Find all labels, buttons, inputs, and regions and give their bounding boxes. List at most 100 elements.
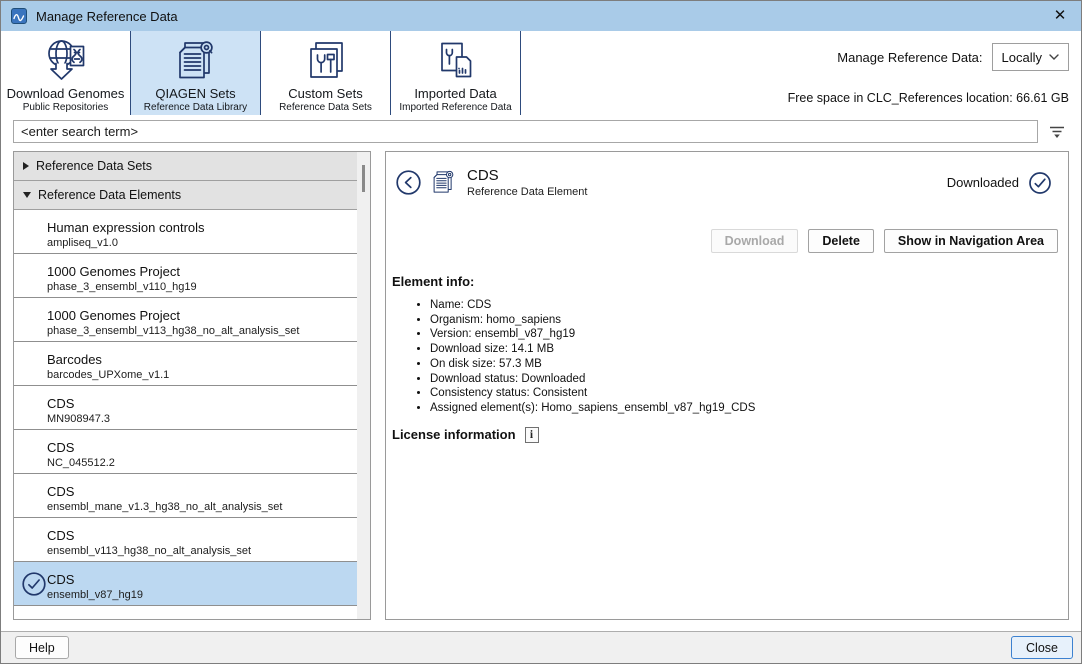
reference-list: Reference Data Sets Reference Data Eleme… bbox=[14, 152, 357, 606]
list-item-title: CDS bbox=[47, 440, 351, 455]
info-bullet: Organism: homo_sapiens bbox=[430, 313, 1068, 328]
tab-sublabel: Reference Data Library bbox=[144, 102, 247, 113]
list-item-title: Barcodes bbox=[47, 352, 351, 367]
manage-reference-data-dialog: Manage Reference Data ✕ Download Genomes… bbox=[0, 0, 1082, 664]
tab-label: Imported Data bbox=[414, 86, 496, 101]
tab-download-genomes[interactable]: Download Genomes Public Repositories bbox=[1, 31, 131, 115]
detail-title: CDS bbox=[467, 167, 587, 184]
license-heading: License information bbox=[392, 427, 516, 442]
status-label: Downloaded bbox=[947, 175, 1019, 190]
app-icon bbox=[11, 8, 27, 24]
list-item[interactable]: 1000 Genomes Project phase_3_ensembl_v11… bbox=[14, 298, 357, 342]
show-in-navigation-area-button[interactable]: Show in Navigation Area bbox=[884, 229, 1058, 253]
delete-button[interactable]: Delete bbox=[808, 229, 874, 253]
detail-subtitle: Reference Data Element bbox=[467, 186, 587, 198]
manage-location-dropdown[interactable]: Locally bbox=[992, 43, 1069, 71]
back-button[interactable] bbox=[395, 169, 422, 196]
section-label: Reference Data Elements bbox=[38, 188, 181, 202]
list-item-title: 1000 Genomes Project bbox=[47, 308, 351, 323]
info-bullet: Version: ensembl_v87_hg19 bbox=[430, 327, 1068, 342]
section-reference-data-elements[interactable]: Reference Data Elements bbox=[14, 181, 357, 210]
list-item-title: CDS bbox=[47, 572, 351, 587]
main-area: Reference Data Sets Reference Data Eleme… bbox=[13, 151, 1069, 620]
tab-label: QIAGEN Sets bbox=[155, 86, 235, 101]
left-panel: Reference Data Sets Reference Data Eleme… bbox=[13, 151, 371, 620]
dropdown-value: Locally bbox=[1002, 50, 1042, 65]
tab-label: Custom Sets bbox=[288, 86, 362, 101]
downloaded-check-icon bbox=[21, 571, 47, 597]
list-item-subtitle: phase_3_ensembl_v113_hg38_no_alt_analysi… bbox=[47, 325, 351, 337]
titlebar: Manage Reference Data ✕ bbox=[1, 1, 1081, 31]
download-genomes-icon bbox=[43, 37, 89, 85]
manage-reference-data-label: Manage Reference Data: bbox=[837, 50, 982, 65]
search-input[interactable] bbox=[13, 120, 1038, 143]
info-icon[interactable]: i bbox=[525, 427, 539, 443]
collapse-triangle-icon bbox=[23, 162, 29, 170]
list-item-subtitle: phase_3_ensembl_v110_hg19 bbox=[47, 281, 351, 293]
section-label: Reference Data Sets bbox=[36, 159, 152, 173]
info-bullet: On disk size: 57.3 MB bbox=[430, 357, 1068, 372]
element-info-list: Name: CDSOrganism: homo_sapiensVersion: … bbox=[386, 298, 1068, 416]
close-icon[interactable]: ✕ bbox=[1049, 5, 1071, 27]
list-item[interactable]: Barcodes barcodes_UPXome_v1.1 bbox=[14, 342, 357, 386]
list-item[interactable]: 1000 Genomes Project phase_3_ensembl_v11… bbox=[14, 254, 357, 298]
free-space-text: Free space in CLC_References location: 6… bbox=[788, 91, 1069, 107]
downloaded-check-icon bbox=[1028, 171, 1052, 195]
list-item-title: 1000 Genomes Project bbox=[47, 264, 351, 279]
license-row: License information i bbox=[386, 416, 1068, 443]
tabbar-right: Manage Reference Data: Locally Free spac… bbox=[521, 31, 1081, 115]
list-item-title: CDS bbox=[47, 528, 351, 543]
search-row bbox=[13, 120, 1069, 143]
help-button[interactable]: Help bbox=[15, 636, 69, 659]
list-item[interactable]: CDS MN908947.3 bbox=[14, 386, 357, 430]
list-item-subtitle: ensembl_v87_hg19 bbox=[47, 589, 351, 601]
list-item[interactable]: CDS ensembl_mane_v1.3_hg38_no_alt_analys… bbox=[14, 474, 357, 518]
list-item-subtitle: NC_045512.2 bbox=[47, 457, 351, 469]
left-panel-scrollbar[interactable] bbox=[357, 152, 370, 619]
tab-qiagen-sets[interactable]: QIAGEN Sets Reference Data Library bbox=[131, 31, 261, 115]
tabbar: Download Genomes Public Repositories QIA… bbox=[1, 31, 1081, 115]
footer: Help Close bbox=[1, 631, 1081, 663]
tab-custom-sets[interactable]: Custom Sets Reference Data Sets bbox=[261, 31, 391, 115]
list-item-title: CDS bbox=[47, 484, 351, 499]
list-item[interactable]: CDS ensembl_v113_hg38_no_alt_analysis_se… bbox=[14, 518, 357, 562]
detail-header: CDS Reference Data Element Downloaded bbox=[386, 152, 1068, 198]
list-item[interactable]: CDS NC_045512.2 bbox=[14, 430, 357, 474]
download-status: Downloaded bbox=[947, 171, 1056, 195]
expand-triangle-icon bbox=[23, 192, 31, 198]
info-bullet: Consistency status: Consistent bbox=[430, 386, 1068, 401]
list-item-subtitle: ampliseq_v1.0 bbox=[47, 237, 351, 249]
list-item-subtitle: barcodes_UPXome_v1.1 bbox=[47, 369, 351, 381]
tab-imported-data[interactable]: Imported Data Imported Reference Data bbox=[391, 31, 521, 115]
list-item-subtitle: MN908947.3 bbox=[47, 413, 351, 425]
qiagen-sets-icon bbox=[173, 37, 219, 85]
search-filter-button[interactable] bbox=[1045, 122, 1069, 142]
imported-data-icon bbox=[433, 37, 479, 85]
info-bullet: Name: CDS bbox=[430, 298, 1068, 313]
reference-element-icon bbox=[430, 169, 457, 196]
info-bullet: Assigned element(s): Homo_sapiens_ensemb… bbox=[430, 401, 1068, 416]
info-bullet: Download size: 14.1 MB bbox=[430, 342, 1068, 357]
element-info-heading: Element info: bbox=[386, 253, 1068, 289]
filter-icon bbox=[1048, 125, 1066, 139]
chevron-down-icon bbox=[1049, 54, 1059, 60]
tab-sublabel: Reference Data Sets bbox=[279, 102, 372, 113]
list-item-subtitle: ensembl_v113_hg38_no_alt_analysis_set bbox=[47, 545, 351, 557]
detail-panel: CDS Reference Data Element Downloaded Do… bbox=[385, 151, 1069, 620]
scrollbar-thumb[interactable] bbox=[362, 165, 365, 192]
tab-sublabel: Imported Reference Data bbox=[399, 102, 511, 113]
download-button[interactable]: Download bbox=[711, 229, 799, 253]
section-reference-data-sets[interactable]: Reference Data Sets bbox=[14, 152, 357, 181]
window-title: Manage Reference Data bbox=[36, 9, 178, 24]
tab-label: Download Genomes bbox=[7, 86, 125, 101]
info-bullet: Download status: Downloaded bbox=[430, 372, 1068, 387]
close-button[interactable]: Close bbox=[1011, 636, 1073, 659]
list-item-title: Human expression controls bbox=[47, 220, 351, 235]
list-item-title: CDS bbox=[47, 396, 351, 411]
list-item[interactable]: CDS ensembl_v87_hg19 bbox=[14, 562, 357, 606]
detail-actions: Download Delete Show in Navigation Area bbox=[386, 198, 1068, 253]
custom-sets-icon bbox=[303, 37, 349, 85]
tab-sublabel: Public Repositories bbox=[23, 102, 109, 113]
list-item[interactable]: Human expression controls ampliseq_v1.0 bbox=[14, 210, 357, 254]
list-item-subtitle: ensembl_mane_v1.3_hg38_no_alt_analysis_s… bbox=[47, 501, 351, 513]
